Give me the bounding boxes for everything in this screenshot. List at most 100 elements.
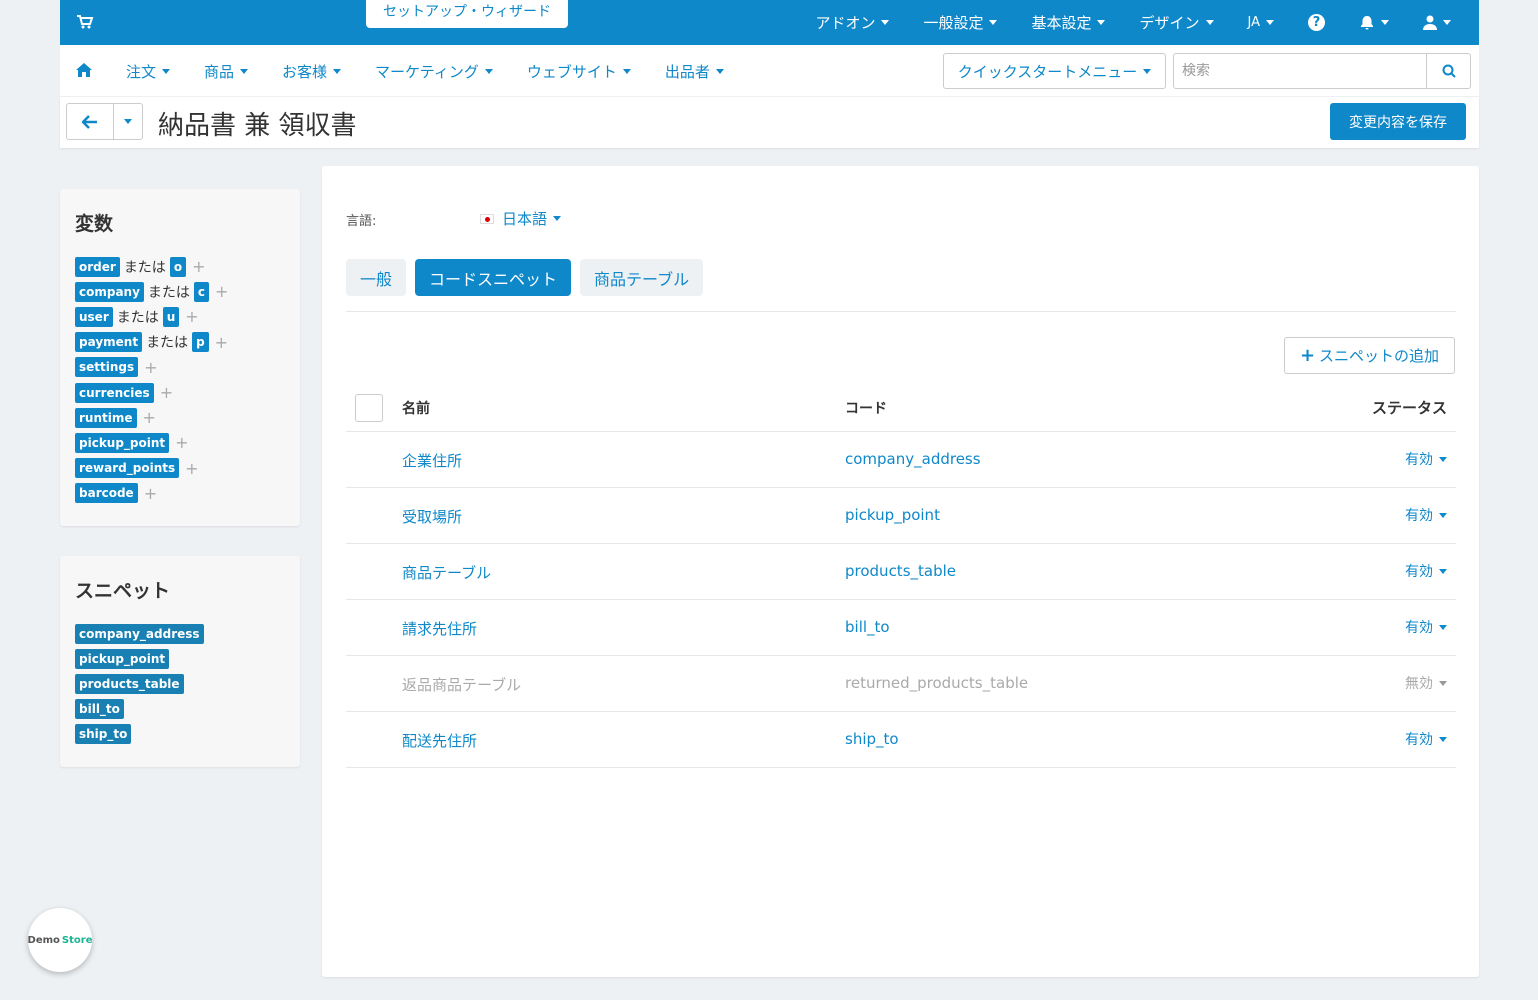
back-button[interactable] <box>67 104 114 139</box>
variable-tag[interactable]: settings <box>75 357 139 378</box>
nav-item-products[interactable]: 商品 <box>204 61 249 82</box>
snippet-tag[interactable]: bill_to <box>75 699 124 720</box>
snippet-code-link[interactable]: bill_to <box>845 618 890 636</box>
language-select[interactable]: 日本語 <box>480 208 562 229</box>
select-all-checkbox[interactable] <box>355 394 383 422</box>
or-text: または <box>116 309 159 326</box>
snippet-name-link[interactable]: 企業住所 <box>402 450 462 471</box>
search-button[interactable] <box>1426 54 1470 88</box>
variable-tag[interactable]: order <box>75 256 120 277</box>
user-icon <box>1423 15 1437 30</box>
tab-code-snippets[interactable]: コードスニペット <box>415 259 572 296</box>
column-header-name: 名前 <box>402 400 430 417</box>
variable-short-tag[interactable]: o <box>169 256 187 277</box>
variable-tag[interactable]: pickup_point <box>75 432 170 453</box>
nav-item-label: 商品 <box>204 62 235 81</box>
snippet-code-link[interactable]: returned_products_table <box>845 674 1028 692</box>
tab-general[interactable]: 一般 <box>346 259 407 296</box>
snippet-name-link[interactable]: 請求先住所 <box>402 618 477 639</box>
snippet-name-link[interactable]: 返品商品テーブル <box>402 674 521 695</box>
back-dropdown-button[interactable] <box>114 104 142 139</box>
help-button[interactable]: ? <box>1308 14 1325 31</box>
top-menu-addons[interactable]: アドオン <box>815 12 890 33</box>
variable-tag[interactable]: reward_points <box>75 458 180 479</box>
snippet-code-link[interactable]: company_address <box>845 450 981 468</box>
variable-tag[interactable]: user <box>75 306 113 327</box>
user-menu[interactable] <box>1423 15 1451 30</box>
expand-plus-icon[interactable]: + <box>144 358 157 377</box>
cart-icon[interactable] <box>76 13 94 31</box>
snippet-tag[interactable]: ship_to <box>75 724 132 745</box>
status-dropdown[interactable]: 有効 <box>1405 617 1447 637</box>
caret-down-icon <box>240 68 249 74</box>
status-dropdown[interactable]: 有効 <box>1405 505 1447 525</box>
nav-item-label: お客様 <box>282 62 328 81</box>
nav-item-label: 出品者 <box>664 62 710 81</box>
tab-products-table[interactable]: 商品テーブル <box>580 259 704 296</box>
expand-plus-icon[interactable]: + <box>215 282 228 301</box>
expand-plus-icon[interactable]: + <box>175 433 188 452</box>
snippet-name-link[interactable]: 配送先住所 <box>402 730 477 751</box>
expand-plus-icon[interactable]: + <box>160 383 173 402</box>
save-button[interactable]: 変更内容を保存 <box>1330 103 1466 140</box>
variable-tag[interactable]: company <box>75 281 144 302</box>
expand-plus-icon[interactable]: + <box>143 408 156 427</box>
add-snippet-button[interactable]: + スニペットの追加 <box>1284 337 1455 374</box>
expand-plus-icon[interactable]: + <box>185 459 198 478</box>
variable-item: payment または p + <box>75 330 285 355</box>
snippet-code-link[interactable]: ship_to <box>845 730 899 748</box>
snippet-tag[interactable]: pickup_point <box>75 648 170 669</box>
variable-tag[interactable]: barcode <box>75 483 138 504</box>
variable-tag[interactable]: runtime <box>75 407 137 428</box>
snippet-tag[interactable]: products_table <box>75 673 184 694</box>
snippet-item: pickup_point <box>75 646 285 671</box>
variable-item: reward_points + <box>75 456 285 481</box>
snippets-panel: スニペット company_address pickup_point product… <box>60 556 300 767</box>
caret-down-icon <box>1439 680 1447 686</box>
expand-plus-icon[interactable]: + <box>215 333 228 352</box>
status-dropdown[interactable]: 有効 <box>1405 729 1447 749</box>
top-menu-basic-settings[interactable]: 基本設定 <box>1031 12 1106 33</box>
variable-short-tag[interactable]: p <box>192 332 209 353</box>
nav-item-vendors[interactable]: 出品者 <box>665 61 724 82</box>
tabs: 一般 コードスニペット 商品テーブル <box>346 259 712 296</box>
expand-plus-icon[interactable]: + <box>144 484 157 503</box>
snippet-name-link[interactable]: 受取場所 <box>402 506 462 527</box>
expand-plus-icon[interactable]: + <box>192 257 205 276</box>
snippet-code-link[interactable]: pickup_point <box>845 506 940 524</box>
status-dropdown[interactable]: 無効 <box>1405 673 1447 693</box>
variable-tag[interactable]: payment <box>75 332 143 353</box>
variable-short-tag[interactable]: u <box>162 306 180 327</box>
notifications-menu[interactable] <box>1359 15 1389 31</box>
snippet-code-link[interactable]: products_table <box>845 562 956 580</box>
snippet-item: company_address <box>75 621 285 646</box>
home-icon[interactable] <box>76 63 92 77</box>
language-menu[interactable]: JA <box>1248 15 1274 30</box>
top-menu-design[interactable]: デザイン <box>1139 12 1214 33</box>
table-row: 配送先住所 ship_to 有効 <box>346 712 1456 768</box>
quickstart-menu-button[interactable]: クイックスタートメニュー <box>943 53 1166 89</box>
nav-item-website[interactable]: ウェブサイト <box>527 61 631 82</box>
nav-item-marketing[interactable]: マーケティング <box>375 61 493 82</box>
bell-icon <box>1361 15 1373 29</box>
status-dropdown[interactable]: 有効 <box>1405 561 1447 581</box>
snippet-tag[interactable]: company_address <box>75 623 204 644</box>
nav-item-orders[interactable]: 注文 <box>126 61 171 82</box>
search-input[interactable] <box>1174 54 1426 88</box>
add-snippet-label: スニペットの追加 <box>1319 347 1440 365</box>
variables-panel: 変数 order または o + company または c + user または u + paymen… <box>60 189 300 526</box>
column-header-code: コード <box>845 400 887 417</box>
variable-tag[interactable]: currencies <box>75 382 154 403</box>
top-menu-label: デザイン <box>1139 14 1200 32</box>
expand-plus-icon[interactable]: + <box>185 307 198 326</box>
snippet-name-link[interactable]: 商品テーブル <box>402 562 491 583</box>
search-icon <box>1442 64 1456 78</box>
nav-item-customers[interactable]: お客様 <box>282 61 342 82</box>
top-menu-general-settings[interactable]: 一般設定 <box>923 12 998 33</box>
variable-item: settings + <box>75 355 285 380</box>
status-dropdown[interactable]: 有効 <box>1405 449 1447 469</box>
setup-wizard-button[interactable]: セットアップ・ウィザード <box>366 0 568 28</box>
variable-short-tag[interactable]: c <box>193 281 210 302</box>
caret-down-icon <box>1439 736 1447 742</box>
demo-store-badge[interactable]: Demo Store <box>28 908 92 972</box>
